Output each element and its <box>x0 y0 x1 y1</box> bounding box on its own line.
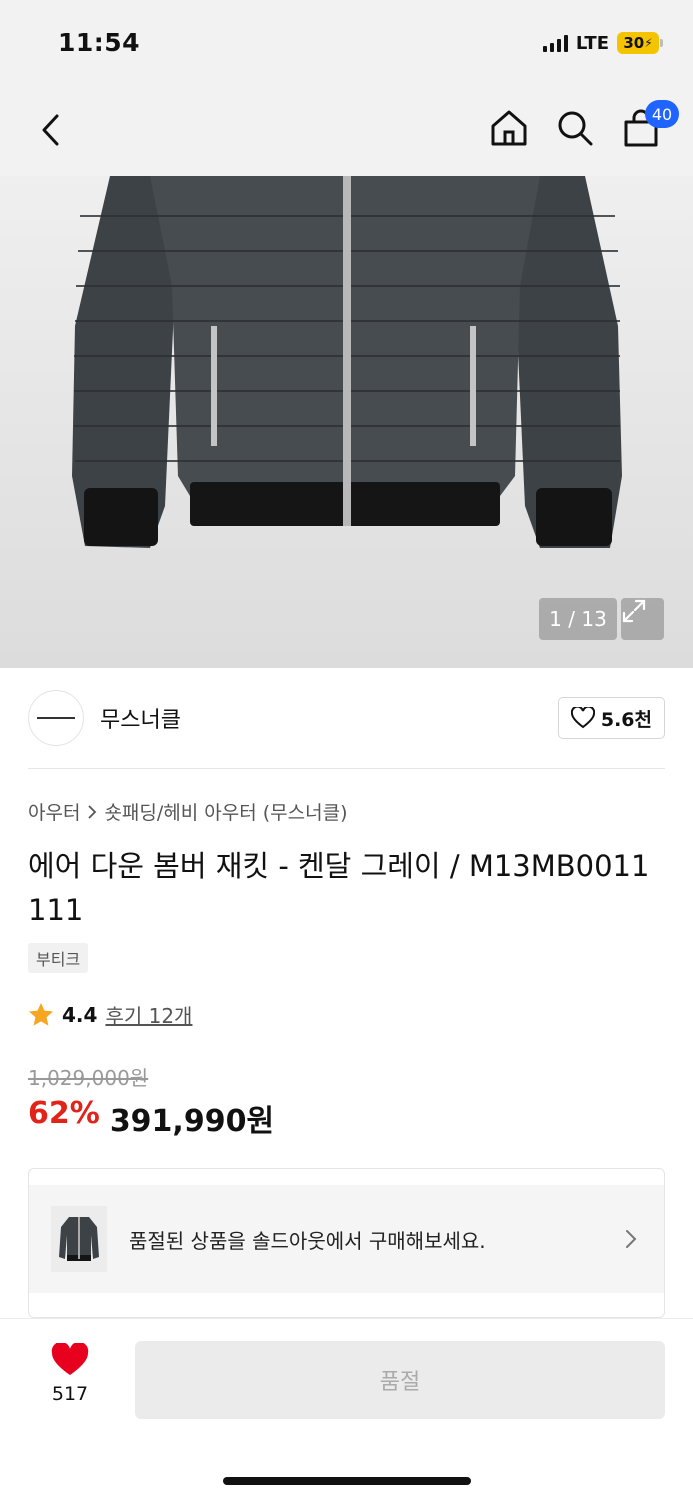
brand-like-count: 5.6천 <box>600 708 652 731</box>
divider <box>28 768 665 769</box>
chevron-left-icon <box>42 114 59 146</box>
star-icon <box>29 1003 53 1026</box>
search-button[interactable] <box>553 106 597 150</box>
reviews-link[interactable]: 후기 12개 <box>105 1000 192 1029</box>
jacket-image <box>0 176 693 668</box>
soldout-message: 품절된 상품을 솔드아웃에서 구매해보세요. <box>129 1228 486 1253</box>
brand-row: 무스너클 5.6천 <box>28 690 665 746</box>
soldout-card: 품절된 상품을 솔드아웃에서 구매해보세요. <box>28 1168 665 1318</box>
back-button[interactable] <box>30 108 70 152</box>
top-bar: 11:54 LTE 30 ⚡ 40 <box>0 0 693 176</box>
breadcrumb-item-category[interactable]: 숏패딩/헤비 아우터 (무스너클) <box>104 798 347 825</box>
status-indicators: LTE 30 ⚡ <box>542 32 663 54</box>
bottom-action-bar: 517 품절 <box>0 1318 693 1500</box>
soldout-button[interactable]: 품절 <box>135 1341 665 1419</box>
rating-row: 4.4 후기 12개 <box>28 1000 192 1029</box>
heart-filled-icon <box>51 1343 89 1375</box>
brand-logo-mark <box>37 717 75 719</box>
discount-rate: 62% <box>28 1096 100 1131</box>
rating-score: 4.4 <box>62 1002 98 1027</box>
original-price: 1,029,000원 <box>28 1066 149 1090</box>
wish-count: 517 <box>51 1383 89 1405</box>
soldout-banner[interactable]: 품절된 상품을 솔드아웃에서 구매해보세요. <box>29 1185 664 1293</box>
chevron-right-icon <box>626 1230 637 1248</box>
home-indicator <box>223 1477 471 1485</box>
expand-icon <box>622 599 646 623</box>
network-label: LTE <box>575 32 609 54</box>
product-image-gallery[interactable]: 1 / 13 <box>0 176 693 668</box>
brand-like-button[interactable]: 5.6천 <box>557 697 665 739</box>
price-row: 62% 391,990원 <box>28 1096 274 1140</box>
search-icon <box>558 111 593 146</box>
cart-button[interactable]: 40 <box>619 100 679 150</box>
breadcrumb: 아우터 숏패딩/헤비 아우터 (무스너클) <box>28 798 348 825</box>
status-time: 11:54 <box>58 28 141 57</box>
battery-level: 30 <box>623 34 645 52</box>
sale-price: 391,990원 <box>109 1104 275 1139</box>
brand-name[interactable]: 무스너클 <box>100 702 181 734</box>
soldout-thumbnail <box>51 1206 107 1272</box>
image-counter: 1 / 13 <box>539 598 617 640</box>
signal-icon <box>542 34 568 52</box>
battery-icon: 30 ⚡ <box>617 32 663 54</box>
product-title: 에어 다운 봄버 재킷 - 켄달 그레이 / M13MB0011 111 <box>28 849 650 927</box>
nav-actions: 40 <box>487 100 679 150</box>
expand-button[interactable] <box>621 598 664 640</box>
jacket-thumbnail-image <box>59 1217 99 1261</box>
wish-button[interactable]: 517 <box>38 1343 102 1405</box>
heart-outline-icon <box>570 707 595 729</box>
home-icon <box>491 110 527 146</box>
chevron-right-icon <box>88 804 97 819</box>
cart-count-badge: 40 <box>645 100 679 128</box>
product-tag: 부티크 <box>28 943 89 973</box>
brand-logo[interactable] <box>28 690 84 746</box>
breadcrumb-item-outer[interactable]: 아우터 <box>28 798 80 825</box>
home-button[interactable] <box>487 106 531 150</box>
